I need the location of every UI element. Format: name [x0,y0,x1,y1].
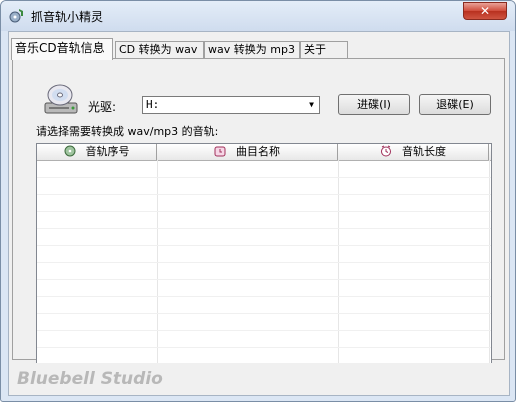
drive-select[interactable]: H: ▼ [142,96,320,114]
drive-label: 光驱: [88,100,117,114]
tab-cd-to-wav[interactable]: CD 转换为 wav [115,41,204,59]
eject-disc-button[interactable]: 退碟(E) [419,94,491,115]
row-divider [37,296,491,297]
title-bar[interactable]: 抓音轨小精灵 ✕ [1,1,515,31]
tab-about[interactable]: 关于 [300,41,348,59]
tab-cd-track-info[interactable]: 音乐CD音轨信息 [11,38,113,60]
close-icon: ✕ [479,4,491,18]
alarm-clock-icon [214,146,226,157]
column-track-number[interactable]: 音轨序号 [37,144,157,160]
app-icon [9,9,23,23]
column-track-length-label: 音轨长度 [402,145,446,158]
track-info-panel: 光驱: H: ▼ 进碟(I) 退碟(E) 请选择需要转换成 wav/mp3 的音… [12,58,505,380]
brand-label: Bluebell Studio [17,369,163,389]
track-list-header: 音轨序号 曲目名称 音轨长度 [37,144,491,161]
row-divider [37,279,491,280]
column-track-length[interactable]: 音轨长度 [338,144,489,160]
column-track-title[interactable]: 曲目名称 [157,144,338,160]
column-track-number-label: 音轨序号 [85,145,130,158]
row-divider [37,211,491,212]
row-divider [37,262,491,263]
column-track-title-label: 曲目名称 [236,145,280,158]
drive-select-value: H: [146,98,160,111]
tab-wav-to-mp3[interactable]: wav 转换为 mp3 [204,41,300,59]
close-button[interactable]: ✕ [463,2,507,20]
status-bar: Bluebell Studio [8,363,510,396]
row-divider [37,245,491,246]
cd-drive-icon [44,84,78,114]
load-disc-button[interactable]: 进碟(I) [338,94,410,115]
main-area: 音乐CD音轨信息 CD 转换为 wav wav 转换为 mp3 关于 光驱: H… [8,31,510,380]
row-divider [37,347,491,348]
row-divider [37,330,491,331]
window-title: 抓音轨小精灵 [31,10,104,24]
clock-icon [381,145,391,157]
track-select-prompt: 请选择需要转换成 wav/mp3 的音轨: [36,125,219,138]
app-window: 抓音轨小精灵 ✕ 音乐CD音轨信息 CD 转换为 wav wav 转换为 mp3… [0,0,516,402]
cd-icon [64,145,75,157]
row-divider [37,228,491,229]
row-divider [37,313,491,314]
row-divider [37,177,491,178]
chevron-down-icon[interactable]: ▼ [304,97,319,113]
row-divider [37,194,491,195]
track-list[interactable]: 音轨序号 曲目名称 音轨长度 [36,143,492,380]
